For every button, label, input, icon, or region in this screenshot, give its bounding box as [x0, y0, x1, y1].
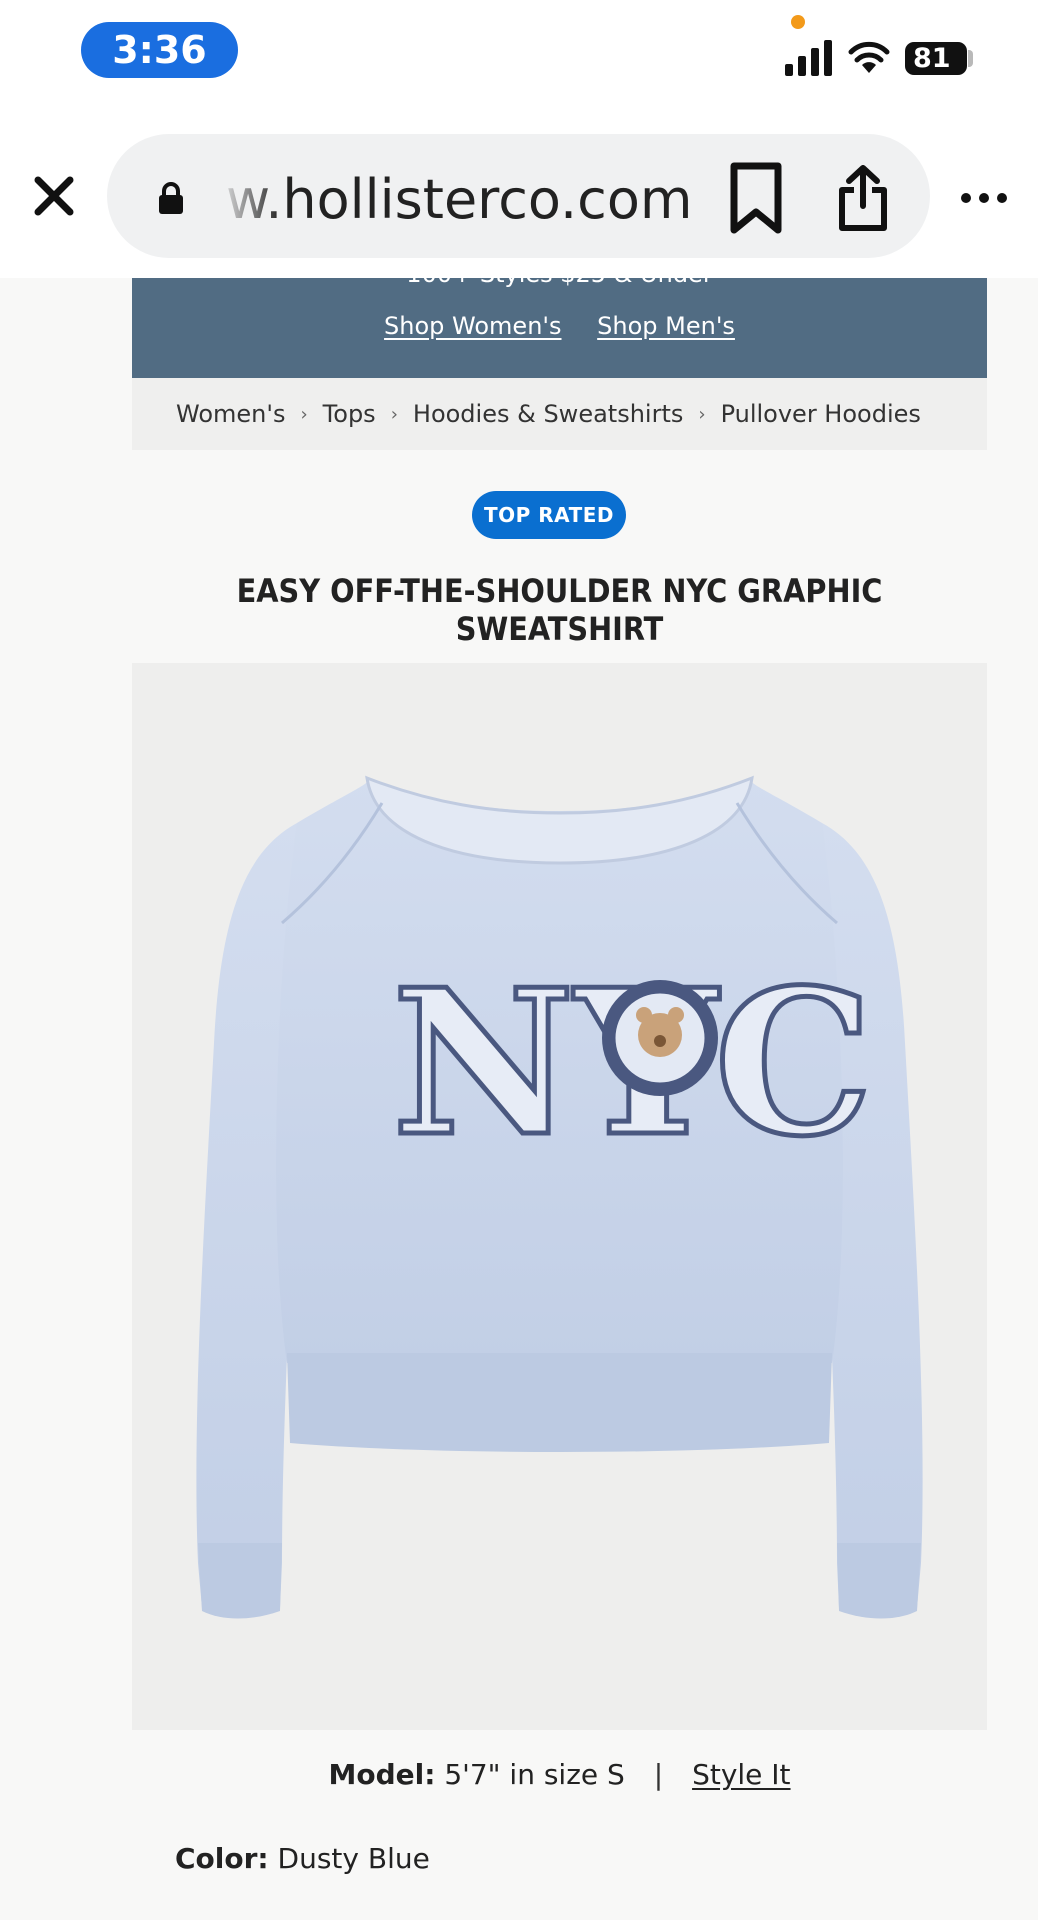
product-title: EASY OFF-THE-SHOULDER NYC GRAPHIC SWEATS… [236, 572, 883, 648]
status-bar: 3:36 81 [0, 0, 1038, 110]
close-icon[interactable] [28, 170, 80, 222]
breadcrumb-pullover-hoodies[interactable]: Pullover Hoodies [721, 400, 921, 428]
shop-womens-link[interactable]: Shop Women's [384, 312, 561, 340]
chevron-right-icon: › [300, 403, 308, 425]
wifi-icon [848, 41, 890, 73]
color-value: Dusty Blue [277, 1842, 430, 1875]
breadcrumb-tops[interactable]: Tops [323, 400, 376, 428]
status-time: 3:36 [81, 22, 238, 78]
battery-level: 81 [913, 43, 951, 74]
model-value: 5'7" in size S [444, 1758, 625, 1791]
separator: | [653, 1758, 664, 1791]
breadcrumb: Women's › Tops › Hoodies & Sweatshirts ›… [132, 378, 987, 450]
signal-icon [785, 40, 832, 76]
bear-patch [602, 980, 718, 1096]
sweatshirt-illustration: NYC [196, 775, 923, 1619]
privacy-indicator-icon [791, 15, 805, 29]
breadcrumb-womens[interactable]: Women's [176, 400, 285, 428]
more-icon[interactable] [960, 188, 1008, 208]
lock-icon [159, 182, 183, 214]
promo-links: Shop Women's Shop Men's [132, 308, 987, 344]
product-image[interactable]: NYC [132, 663, 987, 1730]
battery-cap [968, 50, 973, 67]
url-text[interactable]: w.hollisterco.com [226, 160, 701, 240]
chevron-right-icon: › [698, 403, 706, 425]
chevron-right-icon: › [390, 403, 398, 425]
battery-icon: 81 [905, 42, 967, 75]
promo-text: 100+ Styles $25 & Under [132, 278, 987, 292]
color-label: Color: [175, 1842, 269, 1875]
color-info: Color: Dusty Blue [175, 1842, 430, 1875]
share-icon[interactable] [836, 164, 890, 232]
model-info: Model: 5'7" in size S | Style It [132, 1758, 987, 1791]
browser-toolbar: w.hollisterco.com [0, 110, 1038, 278]
promo-banner: 100+ Styles $25 & Under Shop Women's Sho… [132, 278, 987, 378]
breadcrumb-hoodies-sweatshirts[interactable]: Hoodies & Sweatshirts [413, 400, 683, 428]
shop-mens-link[interactable]: Shop Men's [597, 312, 735, 340]
top-rated-badge: TOP RATED [472, 491, 626, 539]
bookmark-icon[interactable] [726, 162, 786, 234]
model-label: Model: [328, 1758, 436, 1791]
style-it-link[interactable]: Style It [692, 1758, 790, 1791]
